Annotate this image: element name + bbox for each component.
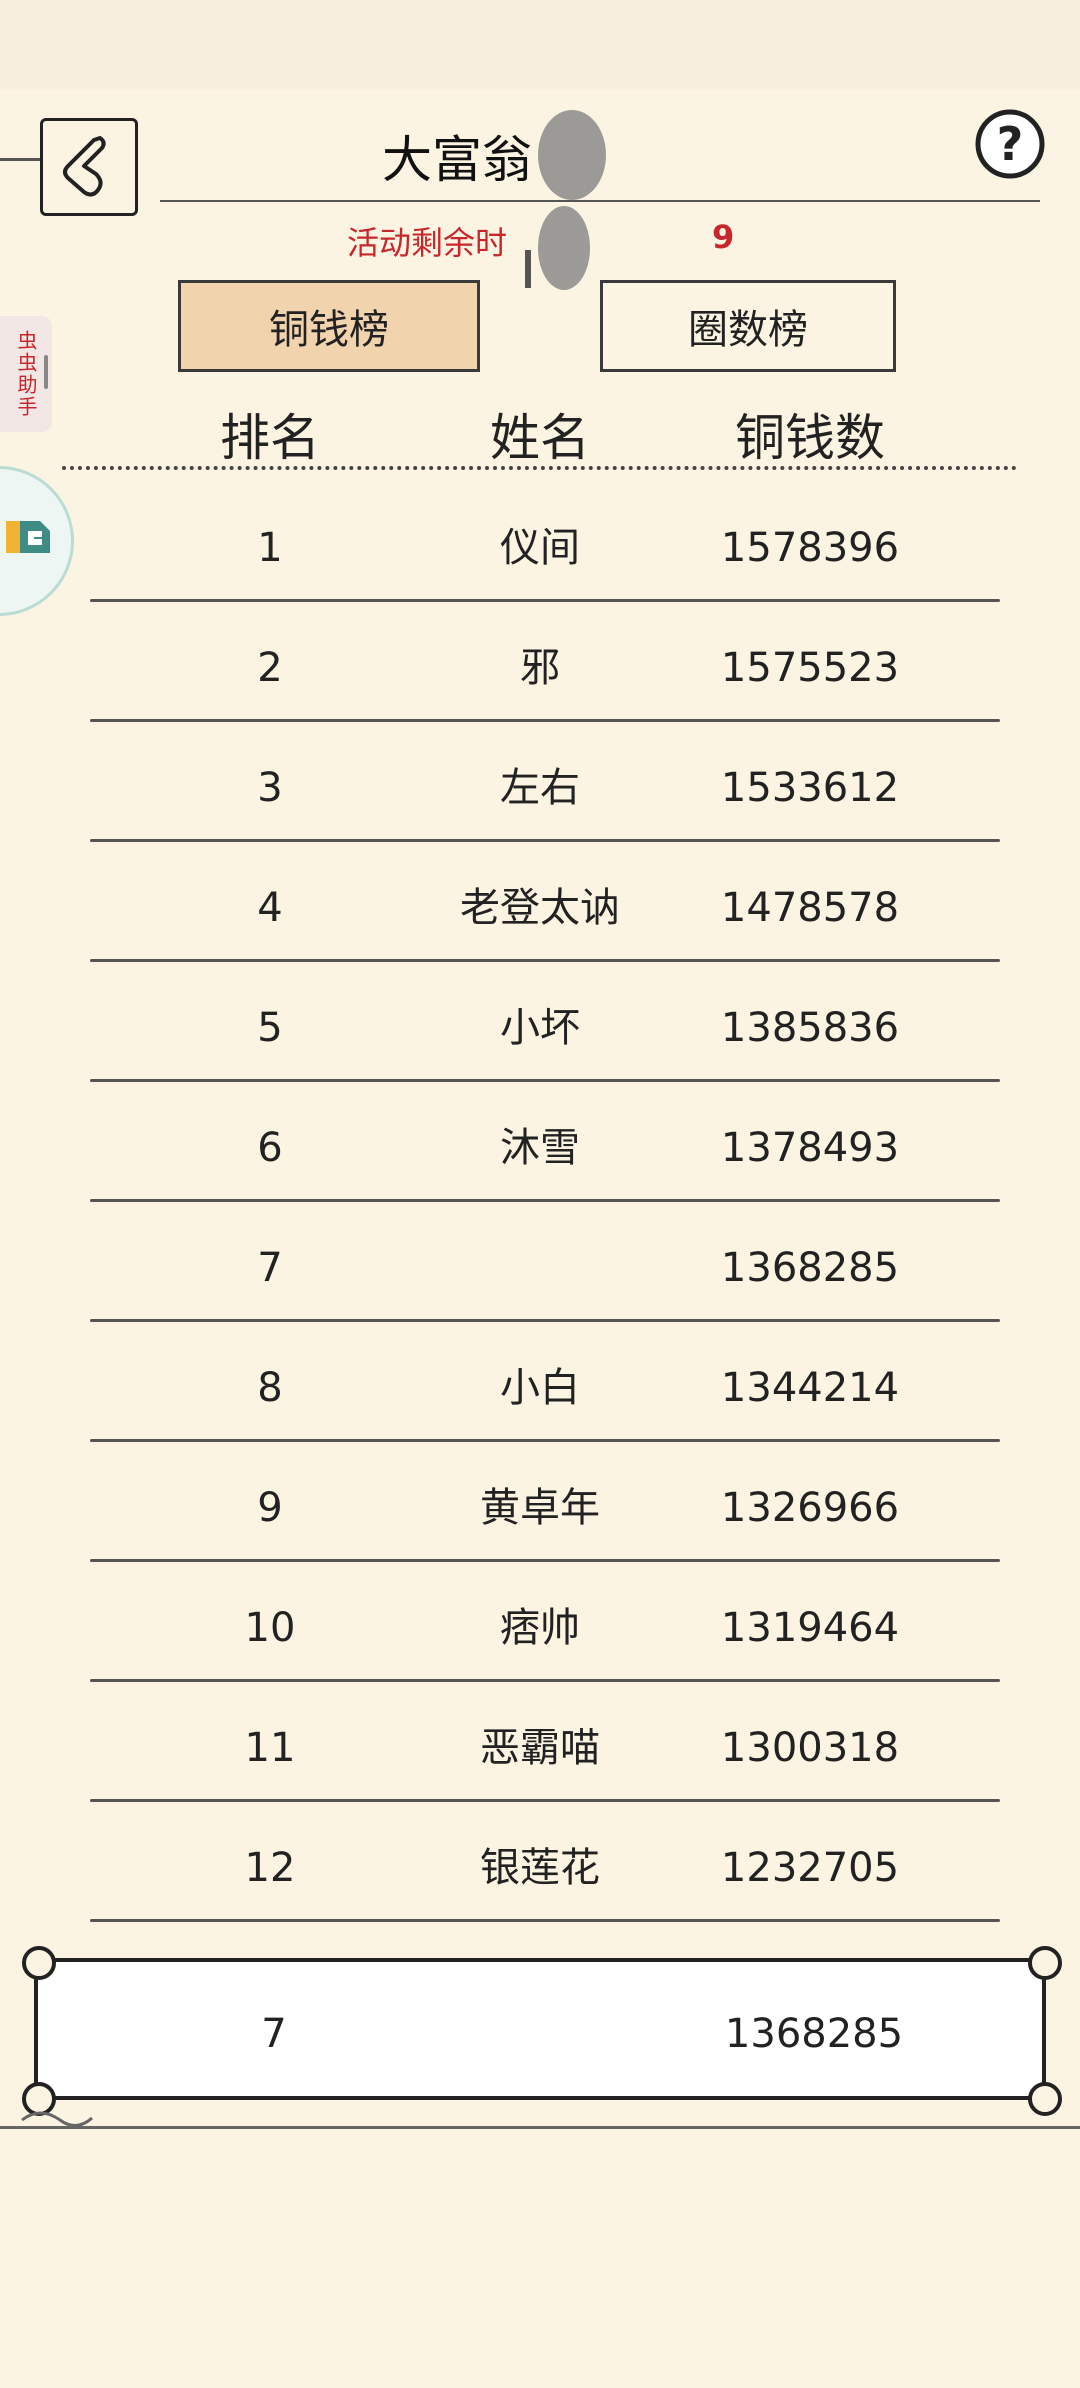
coins-cell: 1319464: [720, 1605, 900, 1651]
back-button[interactable]: [40, 118, 138, 216]
table-row: 7 1368285: [0, 1208, 1080, 1328]
table-row: 3 左右 1533612: [0, 728, 1080, 848]
coins-cell: 1344214: [720, 1365, 900, 1411]
back-arrow-icon: [63, 136, 106, 197]
col-rank: 排名: [220, 409, 320, 467]
name-cell: 左右: [500, 765, 580, 811]
rank-cell: 11: [244, 1725, 296, 1771]
row-divider: [90, 1439, 1000, 1442]
coins-cell: 1326966: [720, 1485, 900, 1531]
question-icon: ?: [975, 109, 1045, 179]
coins-cell: 1232705: [720, 1845, 900, 1891]
name-cell: [400, 1208, 680, 1328]
row-divider: [90, 1559, 1000, 1562]
name-cell: 黄卓年: [480, 1485, 600, 1531]
tab-laps[interactable]: 圈数榜: [600, 280, 896, 372]
name-cell: 老登太讷: [460, 885, 620, 931]
table-row: 12 银莲花 1232705: [0, 1808, 1080, 1928]
rank-cell: 12: [244, 1845, 296, 1891]
table-header: 排名 姓名 铜钱数: [0, 398, 1080, 468]
my-rank-card: 7 1368285: [34, 1958, 1046, 2100]
row-divider: [90, 1679, 1000, 1682]
row-divider: [90, 1079, 1000, 1082]
timer-label: 活动剩余时: [347, 224, 508, 262]
help-button[interactable]: ?: [974, 108, 1046, 180]
table-row: 9 黄卓年 1326966: [0, 1448, 1080, 1568]
smudge-decoration: [525, 110, 606, 290]
bottom-divider: [0, 2126, 1080, 2129]
table-row: 10 痞帅 1319464: [0, 1568, 1080, 1688]
coins-cell: 1385836: [720, 1005, 900, 1051]
coins-cell: 1368285: [720, 1245, 900, 1291]
helper-handle[interactable]: [44, 355, 48, 389]
my-coins-cell: 1368285: [724, 2011, 904, 2057]
col-name: 姓名: [490, 409, 590, 467]
my-rank-cell: 7: [261, 2011, 287, 2057]
name-cell: 痞帅: [500, 1605, 580, 1651]
timer-value: 9: [712, 218, 735, 256]
table-row: 5 小坏 1385836: [0, 968, 1080, 1088]
row-divider: [90, 719, 1000, 722]
coins-cell: 1478578: [720, 885, 900, 931]
bottom-swirl-decoration: [21, 2111, 93, 2127]
header-divider-left: [0, 158, 40, 161]
name-cell: 银莲花: [480, 1845, 600, 1891]
tab-coins[interactable]: 铜钱榜: [178, 280, 480, 372]
table-row: 2 邪 1575523: [0, 608, 1080, 728]
card-corner-tl: [22, 1946, 56, 1980]
ranking-list: 1 仪间 1578396 2 邪 1575523 3 左右 1533612 4 …: [0, 488, 1080, 1928]
table-row: 1 仪间 1578396: [0, 488, 1080, 608]
coins-cell: 1300318: [720, 1725, 900, 1771]
rank-cell: 10: [244, 1605, 296, 1651]
row-divider: [90, 1799, 1000, 1802]
row-divider: [90, 1919, 1000, 1922]
table-row: 4 老登太讷 1478578: [0, 848, 1080, 968]
row-divider: [90, 1199, 1000, 1202]
my-name-cell: [404, 1974, 684, 2094]
svg-text:?: ?: [997, 117, 1024, 171]
table-row: 6 沐雪 1378493: [0, 1088, 1080, 1208]
rank-cell: 2: [257, 645, 283, 691]
top-strip: [0, 0, 1080, 90]
row-divider: [90, 839, 1000, 842]
name-cell: 仪间: [500, 525, 580, 571]
rank-cell: 3: [257, 765, 283, 811]
card-corner-br: [1028, 2082, 1062, 2116]
rank-cell: 1: [257, 525, 283, 571]
rank-cell: 6: [257, 1125, 283, 1171]
rank-cell: 4: [257, 885, 283, 931]
rank-cell: 5: [257, 1005, 283, 1051]
name-cell: 小白: [500, 1365, 580, 1411]
row-divider: [90, 1319, 1000, 1322]
coins-cell: 1578396: [720, 525, 900, 571]
table-row: 8 小白 1344214: [0, 1328, 1080, 1448]
table-row: 11 恶霸喵 1300318: [0, 1688, 1080, 1808]
name-cell: 沐雪: [500, 1125, 580, 1171]
card-corner-tr: [1028, 1946, 1062, 1980]
coins-cell: 1533612: [720, 765, 900, 811]
col-coins: 铜钱数: [735, 409, 885, 467]
coins-cell: 1575523: [720, 645, 900, 691]
name-cell: 恶霸喵: [480, 1725, 600, 1771]
row-divider: [90, 959, 1000, 962]
name-cell: 邪: [520, 645, 560, 691]
rank-cell: 8: [257, 1365, 283, 1411]
coins-cell: 1378493: [720, 1125, 900, 1171]
row-divider: [90, 599, 1000, 602]
header-dotted-divider: [62, 466, 1017, 470]
rank-cell: 9: [257, 1485, 283, 1531]
name-cell: 小坏: [500, 1005, 580, 1051]
rank-cell: 7: [257, 1245, 283, 1291]
